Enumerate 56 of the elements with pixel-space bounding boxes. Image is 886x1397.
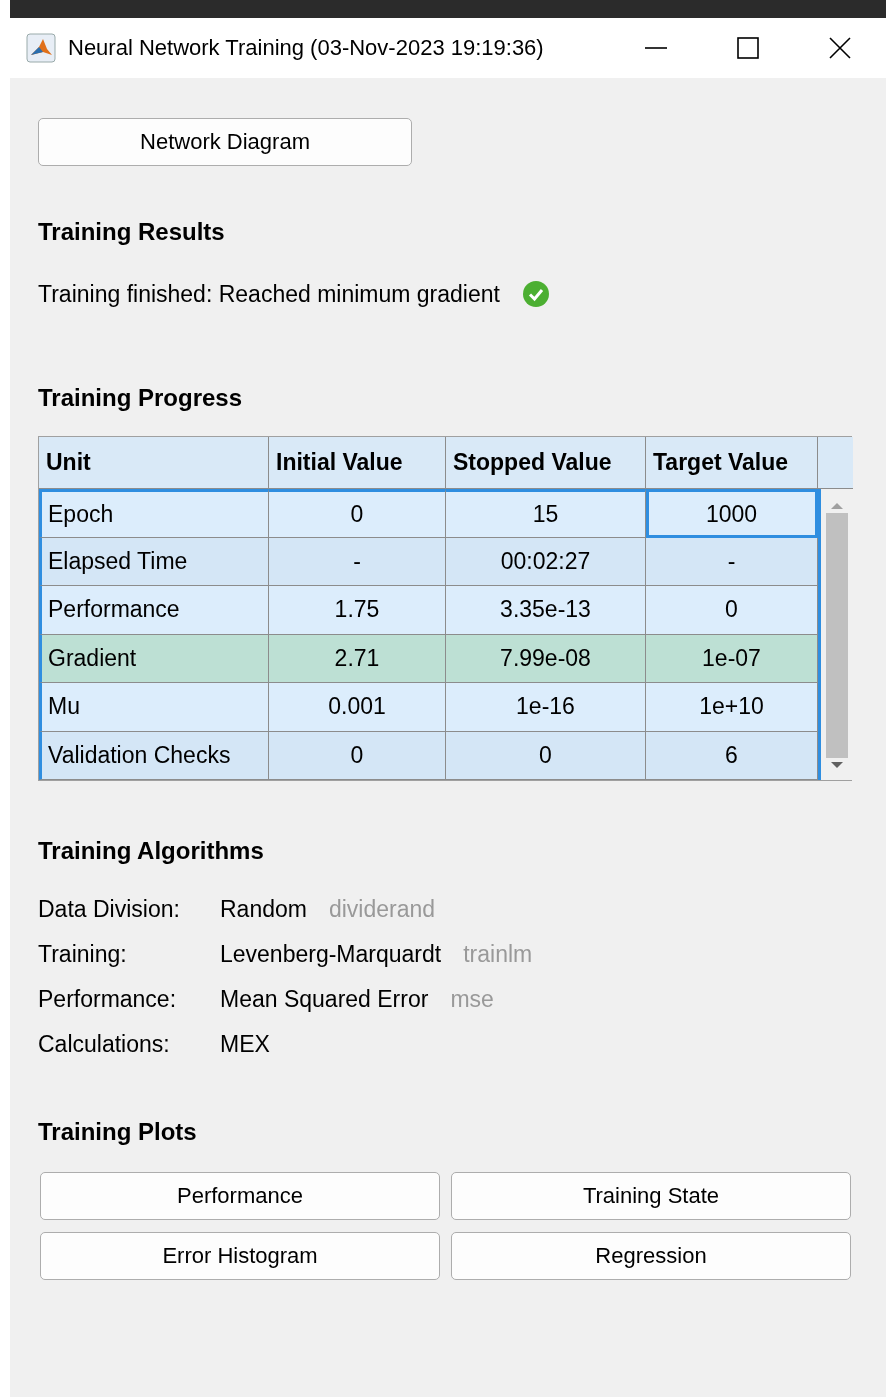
table-cell: 1e-07 xyxy=(646,634,818,683)
close-icon[interactable] xyxy=(829,37,851,59)
table-cell: 2.71 xyxy=(269,634,446,683)
table-cell: 0 xyxy=(269,731,446,780)
table-cell: 1e+10 xyxy=(646,683,818,732)
table-cell: 6 xyxy=(646,731,818,780)
status-message: Training finished: Reached minimum gradient xyxy=(38,280,500,308)
function-name: dividerand xyxy=(328,896,436,922)
plot-button[interactable]: Error Histogram xyxy=(40,1232,440,1280)
section-heading: Training Algorithms xyxy=(38,837,264,865)
table-cell: Mu xyxy=(39,683,269,732)
table-cell: 7.99e-08 xyxy=(446,634,646,683)
table-cell: 0 xyxy=(269,489,446,538)
field-label: Calculations: xyxy=(38,1030,171,1059)
function-name: trainlm xyxy=(463,941,533,967)
table-cell: 1.75 xyxy=(269,586,446,635)
scrollbar-thumb[interactable] xyxy=(826,513,848,758)
table-cell: Validation Checks xyxy=(39,731,269,780)
table-cell: 0 xyxy=(446,731,646,780)
plot-button[interactable]: Training State xyxy=(451,1172,851,1220)
table-cell: Epoch xyxy=(39,489,269,538)
header-corner xyxy=(818,437,853,489)
table-cell: 0.001 xyxy=(269,683,446,732)
section-heading: Training Plots xyxy=(38,1118,197,1146)
section-heading: Training Results xyxy=(38,218,225,246)
app-logo-icon xyxy=(26,33,56,63)
function-name: mse xyxy=(450,986,494,1012)
table-cell: - xyxy=(646,537,818,586)
network-diagram-button[interactable]: Network Diagram xyxy=(38,118,412,166)
table-cell: 00:02:27 xyxy=(446,537,646,586)
scroll-down-icon[interactable] xyxy=(830,760,844,770)
column-header[interactable]: Target Value xyxy=(646,437,818,489)
field-value: Mean Squared Error xyxy=(220,986,429,1012)
table-cell: 1e-16 xyxy=(446,683,646,732)
plot-button[interactable]: Performance xyxy=(40,1172,440,1220)
field-value: Random xyxy=(220,896,307,922)
window-title: Neural Network Training (03-Nov-2023 19:19:36) xyxy=(68,35,545,61)
field-label: Performance: xyxy=(38,985,178,1014)
table-cell: 3.35e-13 xyxy=(446,586,646,635)
field-label: Data Division: xyxy=(38,895,181,924)
plot-button[interactable]: Regression xyxy=(451,1232,851,1280)
field-label: Training: xyxy=(38,940,128,969)
maximize-icon[interactable] xyxy=(737,37,759,59)
table-cell: - xyxy=(269,537,446,586)
column-header[interactable]: Unit xyxy=(39,437,269,489)
table-cell: Gradient xyxy=(39,634,269,683)
table-cell: 1000 xyxy=(646,489,818,538)
table-cell: 15 xyxy=(446,489,646,538)
table-cell: Performance xyxy=(39,586,269,635)
column-header[interactable]: Initial Value xyxy=(269,437,446,489)
field-value: Levenberg-Marquardt xyxy=(220,941,442,967)
section-heading: Training Progress xyxy=(38,384,243,412)
table-cell: Elapsed Time xyxy=(39,537,269,586)
column-header[interactable]: Stopped Value xyxy=(446,437,646,489)
table-cell: 0 xyxy=(646,586,818,635)
field-value: MEX xyxy=(220,1031,270,1057)
